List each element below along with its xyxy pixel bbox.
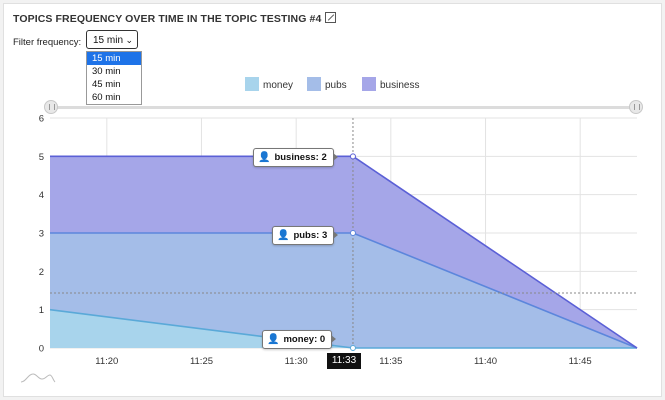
tooltip-money: 👤 money: 0 bbox=[262, 330, 337, 349]
tooltip-text: money: 0 bbox=[283, 334, 326, 345]
tooltip-business: 👤 business: 2 bbox=[253, 148, 338, 167]
chart-logo-icon bbox=[20, 373, 56, 383]
user-monitor-icon: 👤 bbox=[277, 230, 290, 241]
chart-areas bbox=[50, 156, 637, 348]
y-tick-label: 4 bbox=[39, 190, 44, 201]
y-tick-label: 0 bbox=[39, 344, 44, 355]
frequency-dropdown: 15 min 30 min 45 min 60 min bbox=[86, 51, 142, 105]
frequency-option[interactable]: 15 min bbox=[87, 52, 141, 65]
x-tick-label: 11:45 bbox=[569, 356, 592, 367]
x-tick-label: 11:35 bbox=[379, 356, 402, 367]
cursor-point-business bbox=[349, 153, 356, 160]
x-tick-label: 11:40 bbox=[474, 356, 497, 367]
y-tick-label: 1 bbox=[39, 305, 44, 316]
y-tick-label: 6 bbox=[39, 114, 44, 125]
tooltip-text: business: 2 bbox=[274, 152, 327, 163]
y-tick-label: 5 bbox=[39, 152, 44, 163]
y-tick-label: 3 bbox=[39, 229, 44, 240]
tooltip-pubs: 👤 pubs: 3 bbox=[272, 226, 339, 245]
tooltip-text: pubs: 3 bbox=[293, 230, 328, 241]
x-tick-label: 11:25 bbox=[190, 356, 213, 367]
cursor-point-pubs bbox=[349, 230, 356, 236]
cursor-point-money bbox=[349, 345, 356, 351]
frequency-option[interactable]: 30 min bbox=[87, 65, 141, 78]
user-monitor-icon: 👤 bbox=[267, 334, 280, 345]
x-tick-label: 11:30 bbox=[285, 356, 308, 367]
frequency-option[interactable]: 45 min bbox=[87, 78, 141, 91]
user-monitor-icon: 👤 bbox=[258, 152, 271, 163]
x-tick-label: 11:20 bbox=[95, 356, 118, 367]
y-tick-label: 2 bbox=[39, 267, 44, 278]
frequency-option[interactable]: 60 min bbox=[87, 91, 141, 104]
cursor-time-label: 11:33 bbox=[327, 353, 361, 369]
